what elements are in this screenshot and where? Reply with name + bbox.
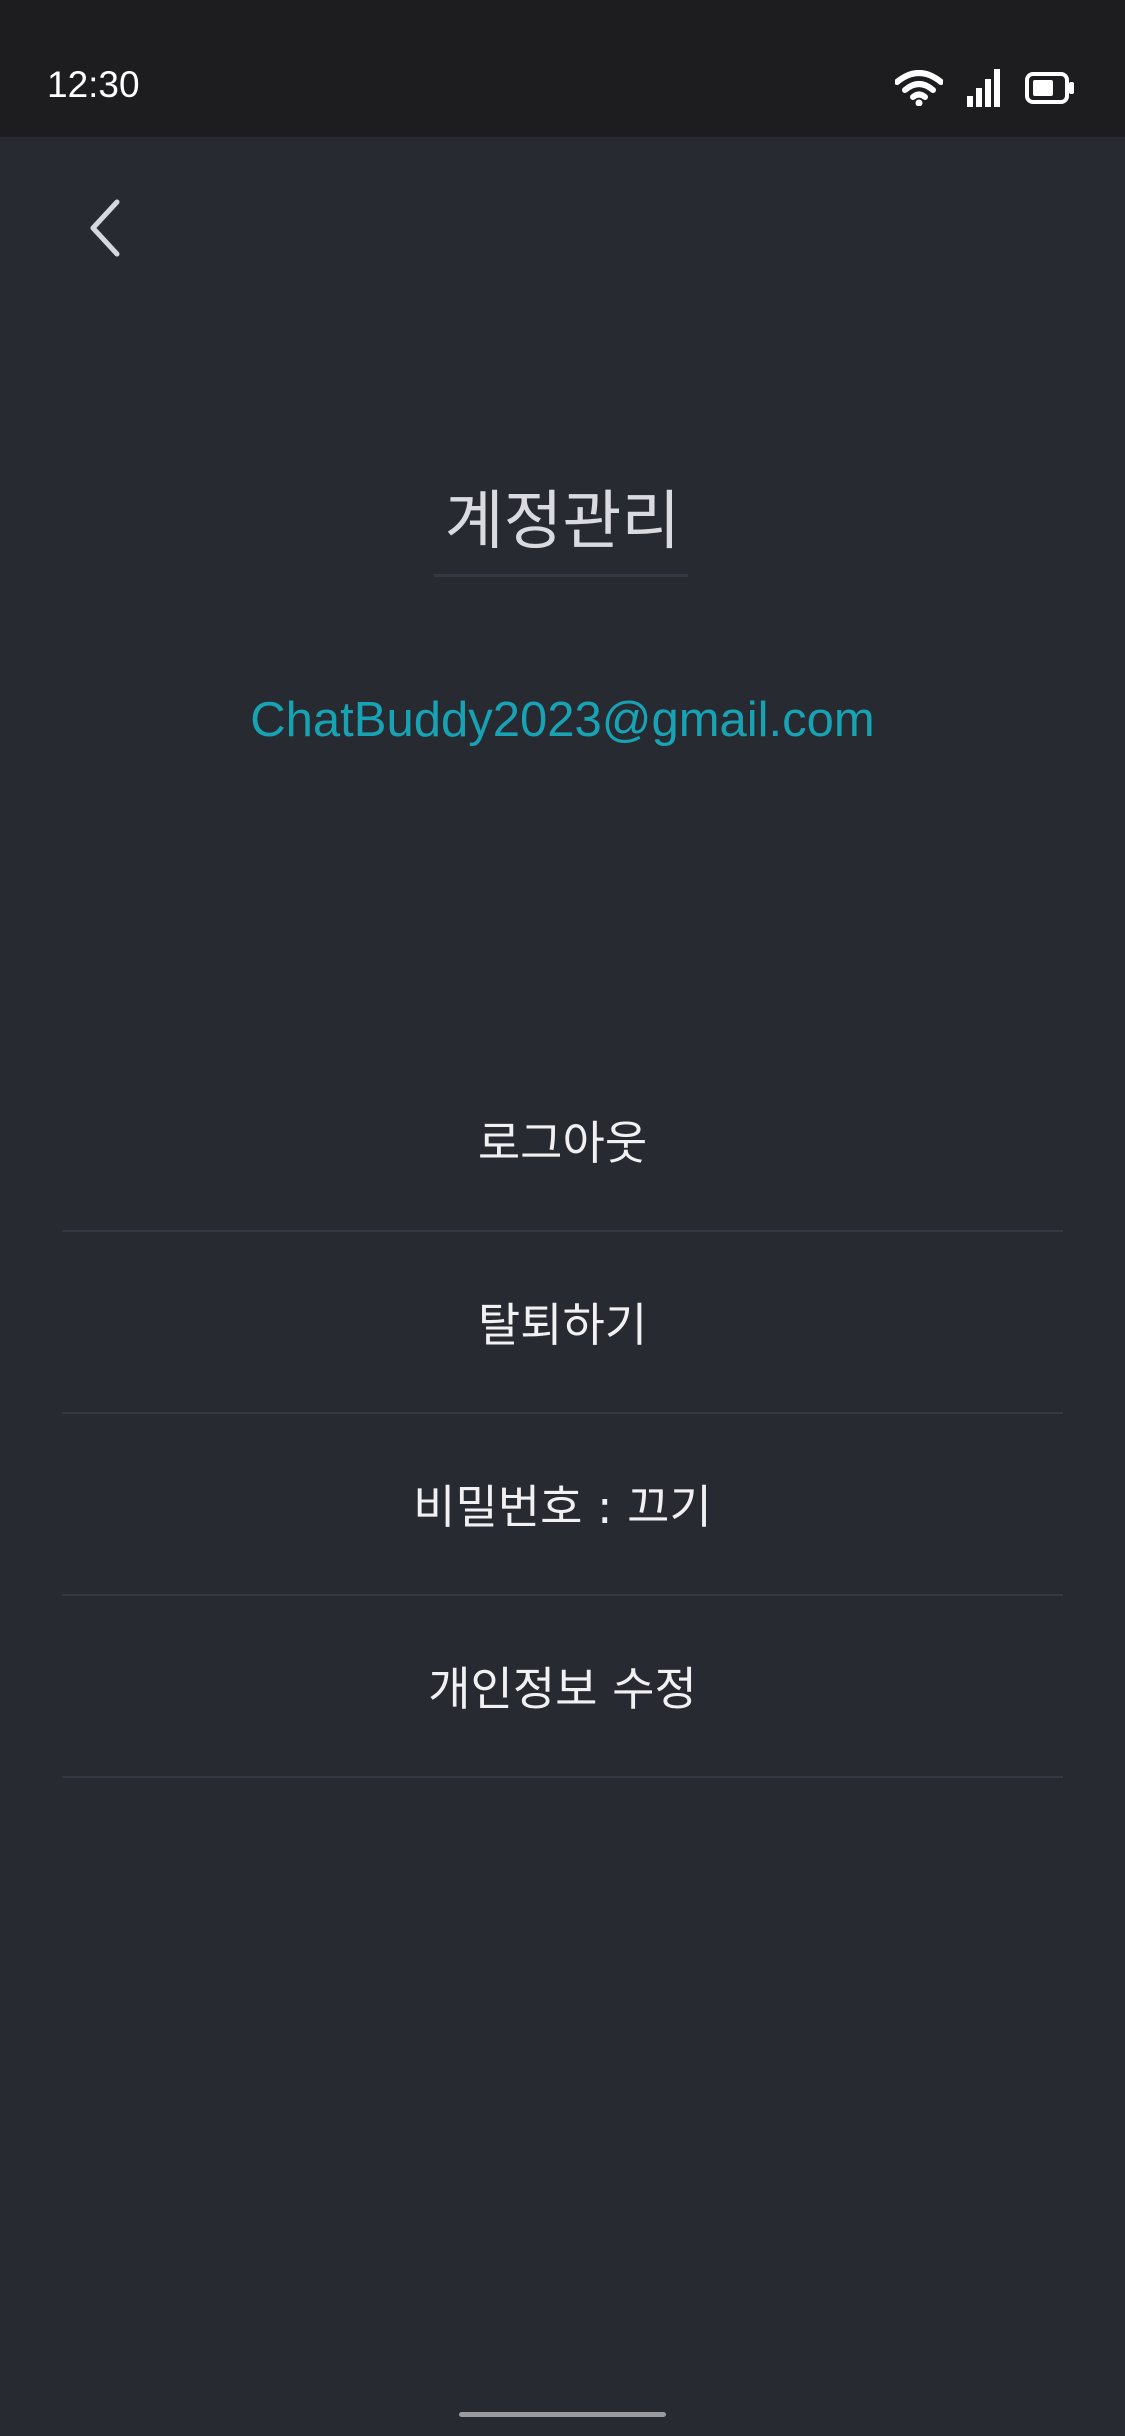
home-indicator[interactable] (459, 2412, 666, 2417)
battery-icon (1025, 72, 1075, 104)
logout-button[interactable]: 로그아웃 (62, 1050, 1063, 1232)
title-underline (434, 574, 688, 577)
chevron-left-icon (85, 196, 125, 264)
wifi-icon (895, 70, 943, 106)
back-button[interactable] (70, 195, 140, 265)
edit-profile-button[interactable]: 개인정보 수정 (62, 1596, 1063, 1778)
account-menu: 로그아웃 탈퇴하기 비밀번호 : 끄기 개인정보 수정 (62, 1050, 1063, 1778)
delete-account-label: 탈퇴하기 (477, 1298, 648, 1352)
logout-label: 로그아웃 (477, 1116, 648, 1170)
status-bar: 12:30 (0, 0, 1125, 137)
edit-profile-label: 개인정보 수정 (428, 1662, 697, 1716)
cellular-signal-icon (967, 69, 1001, 107)
account-email: ChatBuddy2023@gmail.com (250, 693, 875, 747)
page-title: 계정관리 (444, 485, 681, 559)
password-setting-button[interactable]: 비밀번호 : 끄기 (62, 1414, 1063, 1596)
password-setting-label: 비밀번호 : 끄기 (413, 1480, 712, 1534)
status-time: 12:30 (47, 64, 140, 105)
status-icons (895, 67, 1075, 109)
delete-account-button[interactable]: 탈퇴하기 (62, 1232, 1063, 1414)
